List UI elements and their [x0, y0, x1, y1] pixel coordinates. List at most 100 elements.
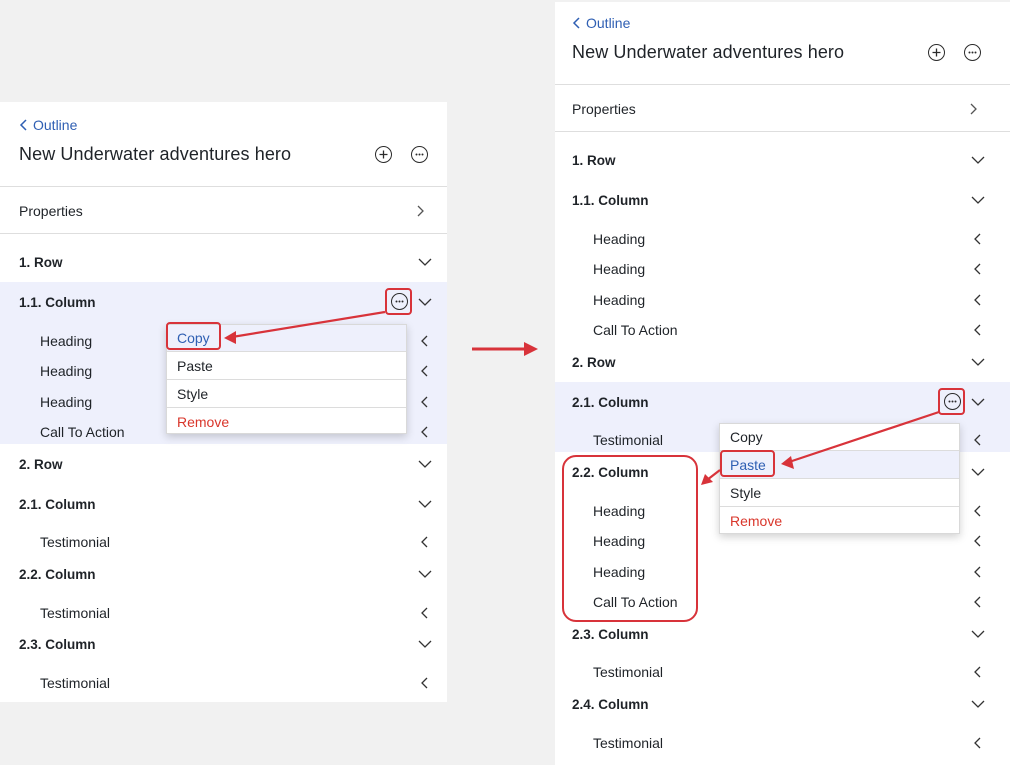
back-to-outline-link[interactable]: Outline — [572, 15, 630, 31]
chevron-left-icon[interactable] — [418, 395, 432, 409]
chevron-left-icon[interactable] — [971, 232, 985, 246]
outline-item-label: 2.2. Column — [19, 566, 96, 582]
chevron-down-icon[interactable] — [971, 193, 985, 207]
outline-item-label: Call To Action — [593, 322, 678, 338]
divider — [0, 233, 447, 234]
outline-child-item[interactable]: Testimonial — [0, 531, 447, 553]
outline-column-2-1[interactable]: 2.1. Column — [0, 492, 447, 516]
properties-row[interactable]: Properties — [555, 92, 1010, 126]
annotation-box-more-button — [938, 388, 965, 415]
properties-label: Properties — [19, 203, 83, 219]
properties-label: Properties — [572, 101, 636, 117]
outline-item-label: 2.4. Column — [572, 696, 649, 712]
outline-column-2-4[interactable]: 2.4. Column — [555, 692, 1010, 716]
back-link-label: Outline — [586, 15, 631, 31]
add-button[interactable] — [928, 44, 945, 61]
outline-child-item[interactable]: Testimonial — [0, 672, 447, 694]
menu-item-remove[interactable]: Remove — [167, 408, 406, 435]
outline-item-label: Heading — [593, 292, 646, 308]
outline-item-label: Testimonial — [593, 735, 664, 751]
outline-row-2[interactable]: 2. Row — [555, 350, 1010, 374]
chevron-left-icon[interactable] — [971, 262, 985, 276]
outline-column-2-2[interactable]: 2.2. Column — [0, 562, 447, 586]
page-title: New Underwater adventures hero — [572, 42, 845, 62]
menu-item-style[interactable]: Style — [167, 380, 406, 408]
outline-item-label: Testimonial — [40, 605, 111, 621]
menu-item-paste[interactable]: Paste — [167, 352, 406, 380]
outline-column-2-3[interactable]: 2.3. Column — [0, 632, 447, 656]
chevron-down-icon[interactable] — [418, 295, 432, 309]
menu-item-style[interactable]: Style — [720, 479, 959, 507]
outline-item-label: Heading — [40, 363, 93, 379]
properties-row[interactable]: Properties — [0, 194, 447, 228]
chevron-left-icon[interactable] — [971, 665, 985, 679]
chevron-left-icon[interactable] — [418, 364, 432, 378]
outline-column-2-3[interactable]: 2.3. Column — [555, 622, 1010, 646]
annotation-box-pasted-column — [562, 455, 698, 622]
outline-row-1[interactable]: 1. Row — [0, 250, 447, 274]
outline-child-item[interactable]: Testimonial — [555, 661, 1010, 683]
chevron-down-icon[interactable] — [418, 457, 432, 471]
plus-circle-icon — [932, 48, 941, 57]
chevron-down-icon[interactable] — [971, 627, 985, 641]
outline-item-label: Heading — [593, 231, 646, 247]
chevron-left-icon[interactable] — [418, 606, 432, 620]
more-options-button[interactable] — [964, 44, 981, 61]
outline-child-item[interactable]: Heading — [555, 228, 1010, 250]
outline-child-item[interactable]: Testimonial — [555, 732, 1010, 754]
chevron-left-icon[interactable] — [418, 334, 432, 348]
chevron-left-icon[interactable] — [971, 534, 985, 548]
chevron-left-icon[interactable] — [418, 535, 432, 549]
chevron-left-icon[interactable] — [971, 595, 985, 609]
chevron-down-icon[interactable] — [418, 497, 432, 511]
chevron-left-icon[interactable] — [971, 293, 985, 307]
chevron-down-icon[interactable] — [971, 395, 985, 409]
context-menu: Copy Paste Style Remove — [719, 423, 960, 534]
chevron-down-icon[interactable] — [418, 567, 432, 581]
chevron-down-icon[interactable] — [418, 637, 432, 651]
outline-item-label: 2.1. Column — [572, 394, 649, 410]
arrow-right-icon — [472, 342, 538, 356]
outline-child-item[interactable]: Heading — [555, 289, 1010, 311]
outline-child-item[interactable]: Testimonial — [0, 602, 447, 624]
outline-item-label: 1. Row — [19, 254, 63, 270]
outline-item-label: 1.1. Column — [572, 192, 649, 208]
chevron-left-icon[interactable] — [971, 565, 985, 579]
outline-item-label: Heading — [40, 333, 93, 349]
outline-item-label: Call To Action — [40, 424, 125, 440]
outline-item-label: Testimonial — [593, 664, 664, 680]
outline-item-label: Testimonial — [593, 432, 664, 448]
outline-item-label: 1. Row — [572, 152, 616, 168]
outline-column-1-1[interactable]: 1.1. Column — [555, 188, 1010, 212]
back-link-label: Outline — [33, 117, 78, 133]
chevron-left-icon[interactable] — [971, 323, 985, 337]
menu-item-remove[interactable]: Remove — [720, 507, 959, 535]
chevron-left-icon — [19, 119, 27, 131]
back-to-outline-link[interactable]: Outline — [19, 117, 77, 133]
plus-circle-icon — [379, 150, 388, 159]
chevron-left-icon[interactable] — [418, 676, 432, 690]
chevron-down-icon[interactable] — [418, 255, 432, 269]
divider — [555, 84, 1010, 85]
add-button[interactable] — [375, 146, 392, 163]
divider — [0, 186, 447, 187]
outline-row-2[interactable]: 2. Row — [0, 452, 447, 476]
menu-item-copy[interactable]: Copy — [720, 424, 959, 451]
chevron-left-icon[interactable] — [971, 504, 985, 518]
chevron-left-icon[interactable] — [418, 425, 432, 439]
outline-column-1-1[interactable]: 1.1. Column — [0, 290, 447, 314]
outline-child-item[interactable]: Call To Action — [555, 319, 1010, 341]
more-options-button[interactable] — [411, 146, 428, 163]
chevron-down-icon[interactable] — [971, 153, 985, 167]
outline-row-1[interactable]: 1. Row — [555, 148, 1010, 172]
chevron-left-icon[interactable] — [971, 433, 985, 447]
chevron-down-icon[interactable] — [971, 355, 985, 369]
chevron-down-icon[interactable] — [971, 465, 985, 479]
chevron-down-icon[interactable] — [971, 697, 985, 711]
page-title: New Underwater adventures hero — [19, 144, 292, 164]
outline-item-label: 1.1. Column — [19, 294, 96, 310]
chevron-left-icon[interactable] — [971, 736, 985, 750]
outline-child-item[interactable]: Heading — [555, 258, 1010, 280]
outline-item-label: 2.1. Column — [19, 496, 96, 512]
outline-item-label: Heading — [593, 261, 646, 277]
